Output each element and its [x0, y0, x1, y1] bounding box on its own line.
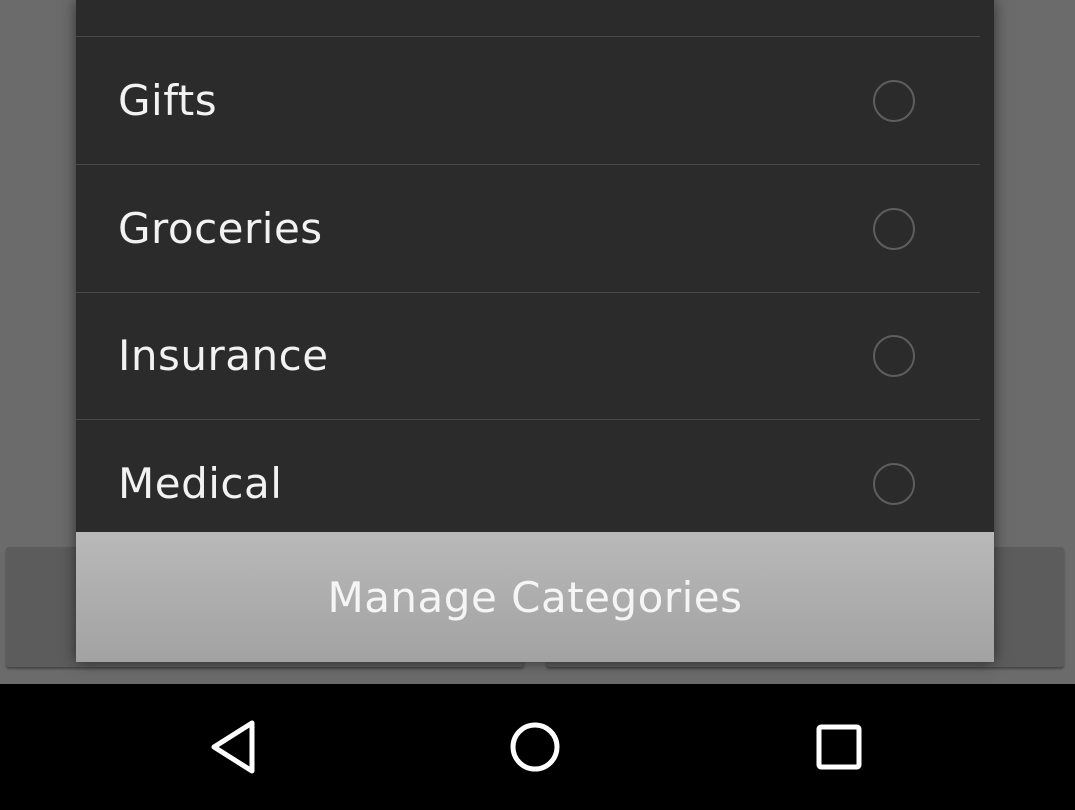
- manage-categories-label: Manage Categories: [327, 572, 743, 622]
- category-row-medical[interactable]: Medical: [76, 420, 980, 532]
- category-label: Gifts: [118, 75, 218, 125]
- radio-button[interactable]: [873, 334, 915, 377]
- recent-apps-icon: [816, 724, 862, 770]
- back-button[interactable]: [184, 702, 284, 792]
- radio-button[interactable]: [873, 207, 915, 250]
- category-row-groceries[interactable]: Groceries: [76, 165, 980, 293]
- category-label: Medical: [118, 458, 283, 508]
- back-icon: [211, 720, 255, 774]
- category-list[interactable]: Gifts Groceries Insurance Medical: [76, 0, 994, 532]
- list-item-partial[interactable]: [76, 0, 980, 37]
- category-label: Insurance: [118, 330, 329, 380]
- screen: Gifts Groceries Insurance Medical Manage…: [0, 0, 1075, 810]
- home-button[interactable]: [485, 702, 585, 792]
- radio-button[interactable]: [873, 462, 915, 505]
- home-icon: [510, 722, 560, 772]
- recent-apps-button[interactable]: [789, 702, 889, 792]
- radio-button[interactable]: [873, 79, 915, 122]
- navigation-bar: [0, 684, 1075, 810]
- category-label: Groceries: [118, 203, 323, 253]
- category-picker-dialog: Gifts Groceries Insurance Medical Manage…: [76, 0, 994, 662]
- category-row-insurance[interactable]: Insurance: [76, 292, 980, 420]
- category-row-gifts[interactable]: Gifts: [76, 37, 980, 165]
- manage-categories-button[interactable]: Manage Categories: [76, 532, 994, 662]
